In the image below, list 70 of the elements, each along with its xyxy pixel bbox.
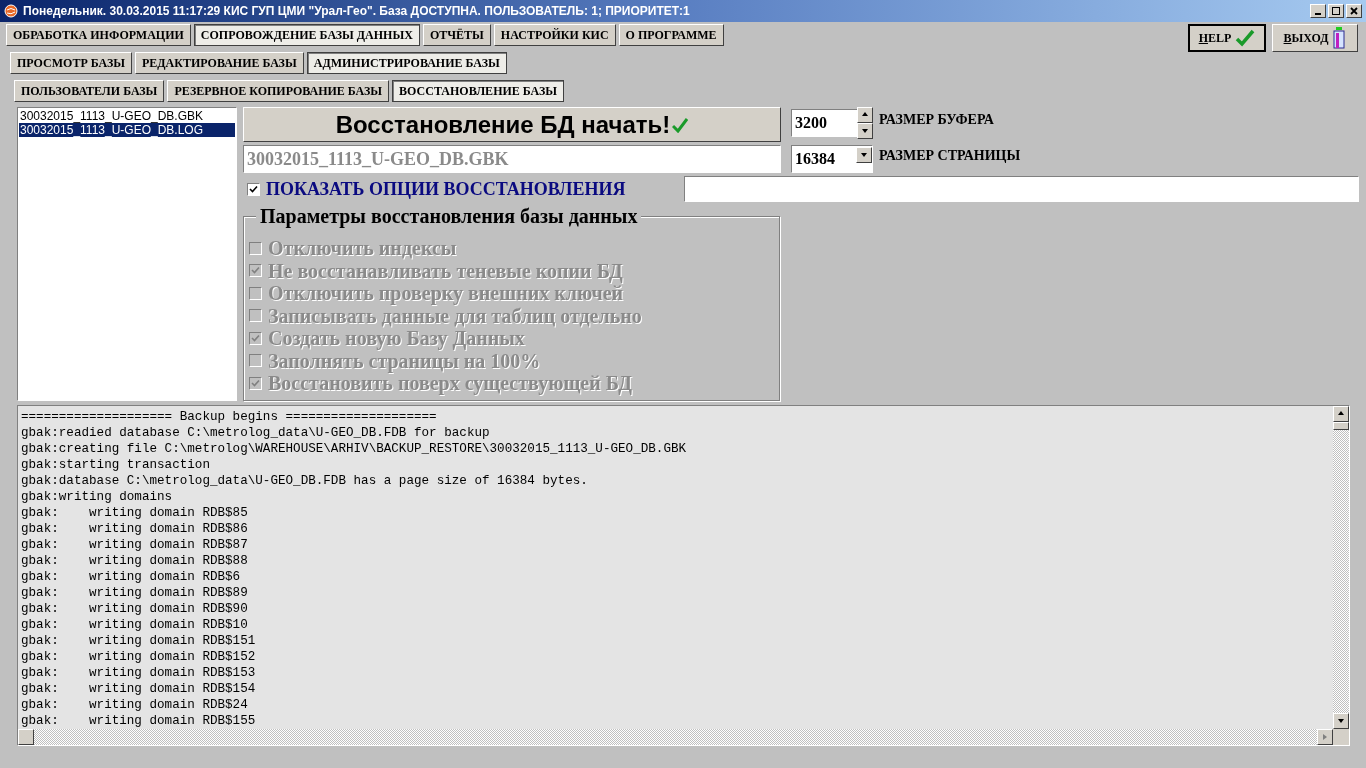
tab[interactable]: РЕДАКТИРОВАНИЕ БАЗЫ [135,52,304,74]
log-line: gbak: writing domain RDB$6 [21,569,241,585]
log-line: gbak: writing domain RDB$89 [21,585,248,601]
log-line: gbak: writing domain RDB$85 [21,505,248,521]
minimize-button[interactable] [1310,4,1326,18]
maximize-icon [1332,7,1340,15]
show-options-label: ПОКАЗАТЬ ОПЦИИ ВОССТАНОВЛЕНИЯ [266,177,627,201]
log-line: gbak: writing domain RDB$151 [21,633,256,649]
scroll-up-button[interactable] [1333,406,1349,422]
log-line: gbak: writing domain RDB$24 [21,697,248,713]
check-icon [1235,29,1256,47]
globe-icon [4,4,18,18]
log-line: gbak: writing domain RDB$155 [21,713,256,729]
log-line: gbak: writing domain RDB$154 [21,681,256,697]
buffer-size-label: РАЗМЕР БУФЕРА [879,111,994,129]
log-line: gbak:writing domains [21,489,173,505]
log-line: gbak: writing domain RDB$152 [21,649,256,665]
start-restore-button[interactable]: Восстановление БД начать! [243,107,781,142]
option-label: Не восстанавливать теневые копии БД [268,259,623,282]
page-size-label: РАЗМЕР СТРАНИЦЫ [879,147,1021,165]
tab[interactable]: АДМИНИСТРИРОВАНИЕ БАЗЫ [306,52,507,74]
close-icon [1350,7,1358,15]
file-list-item[interactable]: 30032015_1113_U-GEO_DB.GBK [19,109,235,123]
spin-up-button[interactable] [857,107,873,123]
tab[interactable]: О ПРОГРАММЕ [618,24,724,46]
log-line: gbak: writing domain RDB$10 [21,617,248,633]
scroll-right-button[interactable] [1317,729,1333,745]
maximize-button[interactable] [1328,4,1344,18]
tab[interactable]: СОПРОВОЖДЕНИЕ БАЗЫ ДАННЫХ [193,24,420,46]
checkbox[interactable] [247,182,260,196]
check-icon [672,116,689,133]
log-line: ==================== Backup begins ==================== [21,409,437,425]
tab[interactable]: ОТЧЁТЫ [422,24,491,46]
log-line: gbak: writing domain RDB$88 [21,553,248,569]
file-list-item[interactable]: 30032015_1113_U-GEO_DB.LOG [19,123,235,137]
log-line: gbak: writing domain RDB$153 [21,665,256,681]
text-field[interactable] [684,176,1359,202]
help-button[interactable]: HELP [1188,24,1266,52]
tab[interactable]: РЕЗЕРВНОЕ КОПИРОВАНИЕ БАЗЫ [167,80,390,102]
tab[interactable]: ВОССТАНОВЛЕНИЕ БАЗЫ [392,80,565,102]
scroll-thumb[interactable] [1333,422,1349,430]
scrollbar-corner [1333,729,1349,745]
option-label: Заполнять страницы на 100% [268,349,541,372]
horizontal-scrollbar[interactable] [18,729,1333,745]
spin-down-button[interactable] [857,123,873,139]
page-size-dropdown[interactable]: 16384 [791,145,873,173]
log-line: gbak: writing domain RDB$87 [21,537,248,553]
vertical-scrollbar[interactable] [1333,406,1349,729]
exit-button[interactable]: ВЫХОД [1272,24,1358,52]
close-button[interactable] [1346,4,1362,18]
option-label: Восстановить поверх существующей БД [268,372,632,395]
buffer-size-spinner[interactable]: 3200 [791,109,873,137]
log-line: gbak:starting transaction [21,457,210,473]
option-label: Записывать данные для таблиц отдельно [268,304,642,327]
log-line: gbak:database C:\metrolog_data\U-GEO_DB.FDB has a page size of 16384 bytes. [21,473,588,489]
option-label: Создать новую Базу Данных [268,327,525,350]
option-label: Отключить индексы [268,237,457,260]
group-title: Параметры восстановления базы данных [256,205,642,227]
tab[interactable]: ОБРАБОТКА ИНФОРМАЦИИ [6,24,191,46]
tab[interactable]: НАСТРОЙКИ КИС [493,24,616,46]
scroll-left-button[interactable] [18,729,34,745]
log-line: gbak: writing domain RDB$86 [21,521,248,537]
log-line: gbak: writing domain RDB$90 [21,601,248,617]
tab[interactable]: ПОЛЬЗОВАТЕЛИ БАЗЫ [14,80,165,102]
window-title: Понедельник. 30.03.2015 11:17:29 КИС ГУП ЦМИ "Урал-Гео". База ДОСТУПНА. ПОЛЬЗОВАТЕЛЬ: 1; ПРИОРИТЕТ:1 [23,3,690,20]
dropdown-button[interactable] [856,147,872,163]
tab[interactable]: ПРОСМОТР БАЗЫ [10,52,132,74]
log-line: gbak:creating file C:\metrolog\WAREHOUSE\ARHIV\BACKUP_RESTORE\30032015_1113_U-GEO_DB.GBK [21,441,687,457]
log-line: gbak:readied database C:\metrolog_data\U-GEO_DB.FDB for backup [21,425,490,441]
scroll-down-button[interactable] [1333,713,1349,729]
